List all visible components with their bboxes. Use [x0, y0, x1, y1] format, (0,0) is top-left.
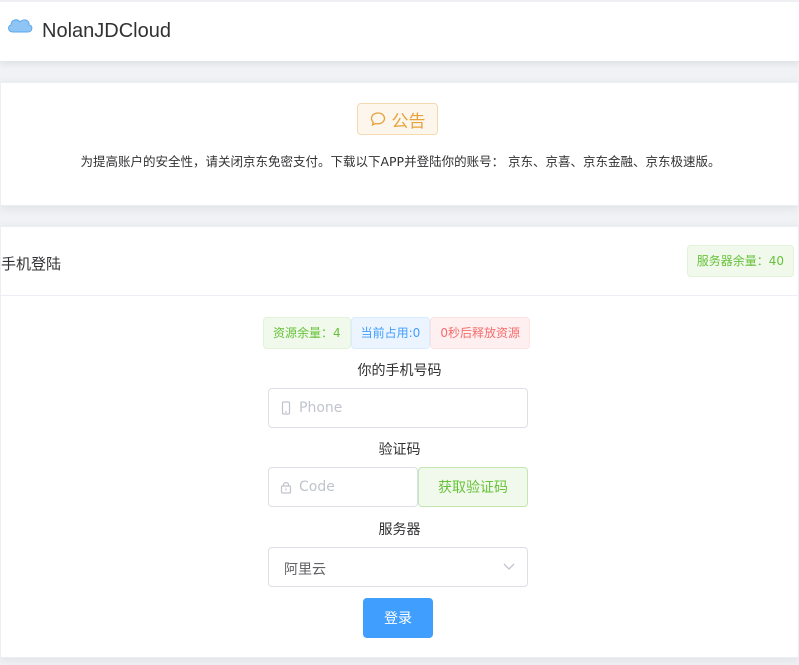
get-code-button[interactable]: 获取验证码: [418, 467, 528, 507]
resource-remaining-badge: 资源余量：4: [263, 317, 351, 349]
release-countdown-badge: 0秒后释放资源: [430, 317, 530, 349]
notice-card: 公告 为提高账户的安全性，请关闭京东免密支付。下载以下APP并登陆你的账号： 京…: [0, 82, 799, 206]
code-field[interactable]: [268, 467, 418, 507]
notice-tag: 公告: [357, 103, 438, 135]
chevron-down-icon[interactable]: [503, 563, 515, 571]
login-card: 手机登陆 服务器余量：40 资源余量：4 当前占用:0 0秒后释放资源 你的手机…: [0, 226, 799, 658]
server-select-value: 阿里云: [284, 562, 326, 578]
notice-tag-label: 公告: [391, 111, 426, 132]
login-button[interactable]: 登录: [363, 598, 433, 638]
server-select[interactable]: 阿里云: [268, 547, 528, 587]
brand-name[interactable]: NolanJDCloud: [42, 20, 171, 43]
chat-bubble-icon: [370, 112, 385, 127]
code-label: 验证码: [378, 442, 421, 458]
status-tags: 资源余量：4 当前占用:0 0秒后释放资源: [263, 317, 530, 349]
lock-icon: [280, 482, 292, 494]
mobile-phone-icon: [281, 401, 291, 415]
server-remaining-badge: 服务器余量：40: [686, 245, 794, 277]
login-card-header: 手机登陆 服务器余量：40: [1, 227, 798, 296]
phone-label: 你的手机号码: [357, 363, 442, 379]
notice-text: 为提高账户的安全性，请关闭京东免密支付。下载以下APP并登陆你的账号： 京东、京…: [80, 154, 721, 169]
login-title: 手机登陆: [1, 255, 62, 273]
current-usage-badge: 当前占用:0: [350, 317, 431, 349]
phone-input[interactable]: [299, 389, 517, 427]
top-header: NolanJDCloud: [0, 2, 799, 62]
cloud-icon: [8, 19, 33, 33]
phone-field[interactable]: [268, 388, 528, 428]
code-input[interactable]: [299, 468, 407, 506]
server-label: 服务器: [378, 522, 421, 538]
